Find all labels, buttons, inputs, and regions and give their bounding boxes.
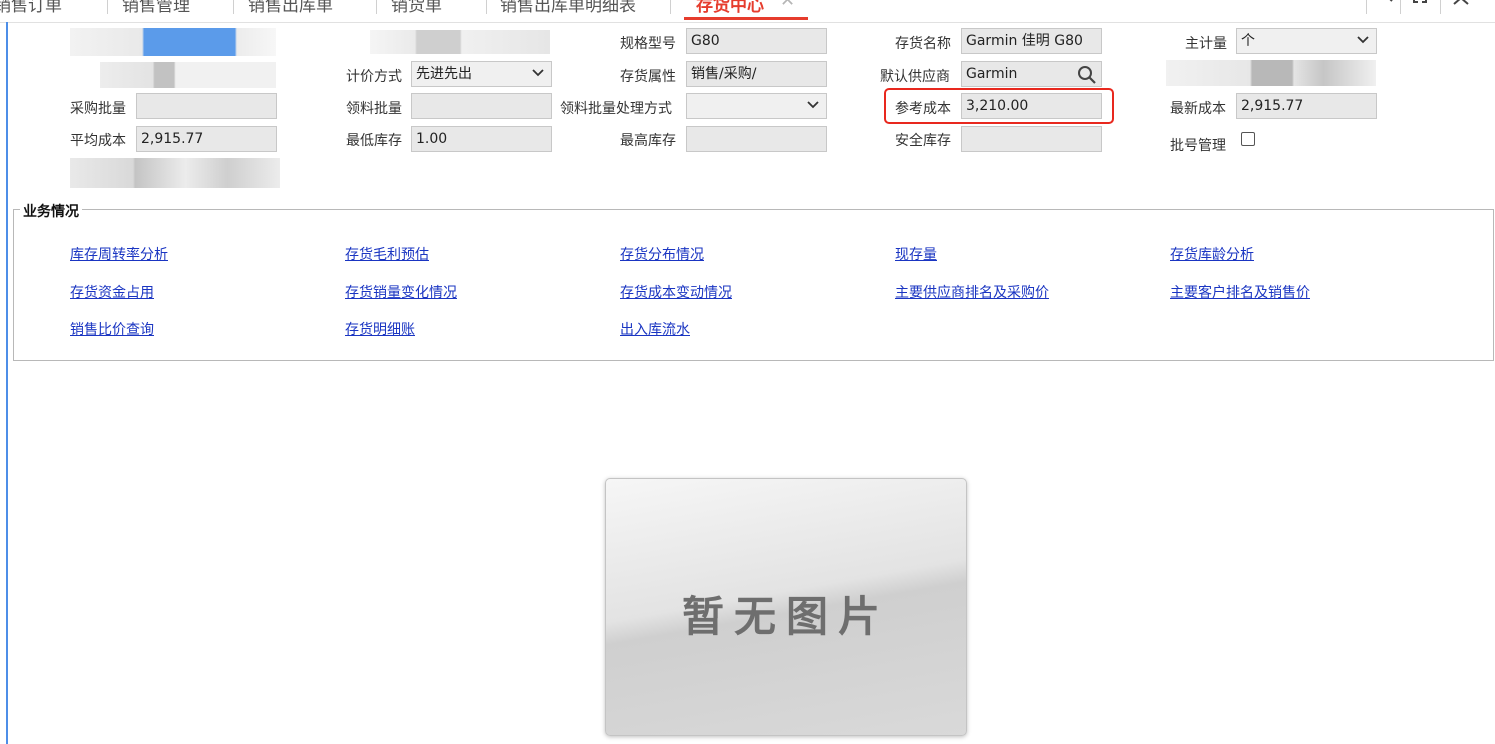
pick-batch-method-select[interactable] [686, 93, 827, 119]
tab-sales-management[interactable]: 销售管理 [122, 0, 190, 16]
label-item-attribute: 存货属性 [620, 69, 676, 85]
label-pick-batch: 领料批量 [346, 101, 402, 117]
search-icon[interactable] [1373, 0, 1395, 7]
link-inventory-ledger[interactable]: 存货明细账 [345, 319, 415, 339]
tab-separator [1400, 0, 1401, 14]
active-tab-indicator [684, 17, 808, 20]
no-image-text: 暂无图片 [681, 592, 890, 641]
link-sales-volume-change[interactable]: 存货销量变化情况 [345, 282, 457, 302]
label-main-unit: 主计量 [1185, 36, 1227, 52]
label-spec-model: 规格型号 [620, 36, 676, 52]
obscured-field [70, 158, 280, 188]
valuation-method-select[interactable]: 先进先出 [411, 61, 552, 87]
tab-separator [486, 0, 487, 14]
maximize-icon[interactable] [1412, 0, 1432, 8]
link-inventory-turnover[interactable]: 库存周转率分析 [70, 244, 168, 264]
chevron-down-icon [532, 69, 544, 77]
tab-separator [107, 0, 108, 14]
pick-batch-field[interactable] [411, 93, 552, 119]
spec-model-field[interactable]: G80 [686, 28, 827, 54]
label-batch-management: 批号管理 [1170, 138, 1226, 154]
label-average-cost: 平均成本 [70, 133, 126, 149]
reference-cost-highlight [884, 88, 1114, 124]
label-purchase-batch: 采购批量 [70, 101, 126, 117]
chevron-down-icon [1357, 36, 1369, 44]
item-attribute-field[interactable]: 销售/采购/ [686, 61, 827, 87]
search-icon[interactable] [1077, 65, 1097, 85]
batch-management-checkbox[interactable] [1241, 132, 1255, 146]
tab-separator [376, 0, 377, 14]
link-current-stock[interactable]: 现存量 [895, 244, 937, 264]
purchase-batch-field[interactable] [136, 93, 277, 119]
no-image-placeholder: 暂无图片 [605, 478, 967, 736]
max-stock-field[interactable] [686, 126, 827, 152]
label-valuation-method: 计价方式 [346, 69, 402, 85]
latest-cost-field[interactable]: 2,915.77 [1236, 93, 1377, 119]
link-capital-occupation[interactable]: 存货资金占用 [70, 282, 154, 302]
default-supplier-field[interactable]: Garmin [961, 61, 1102, 87]
tab-separator [1440, 0, 1441, 14]
label-item-name: 存货名称 [895, 36, 951, 52]
tab-sales-outbound-detail[interactable]: 销售出库单明细表 [500, 0, 636, 16]
obscured-field [1166, 60, 1376, 86]
tab-separator [670, 0, 671, 14]
item-name-field[interactable]: Garmin 佳明 G80 [961, 28, 1102, 54]
tab-sales-slip[interactable]: 销货单 [391, 0, 442, 16]
link-supplier-ranking[interactable]: 主要供应商排名及采购价 [895, 282, 1049, 302]
label-safety-stock: 安全库存 [895, 133, 951, 149]
valuation-method-value: 先进先出 [416, 66, 472, 82]
tab-inventory-center[interactable]: 存货中心 [696, 0, 764, 16]
left-accent-line [6, 22, 8, 744]
close-icon[interactable] [1452, 0, 1472, 8]
business-section-title: 业务情况 [20, 201, 82, 221]
link-cost-change[interactable]: 存货成本变动情况 [620, 282, 732, 302]
label-min-stock: 最低库存 [346, 133, 402, 149]
min-stock-field[interactable]: 1.00 [411, 126, 552, 152]
tab-sales-outbound[interactable]: 销售出库单 [248, 0, 333, 16]
link-customer-ranking[interactable]: 主要客户排名及销售价 [1170, 282, 1310, 302]
obscured-field [100, 62, 276, 88]
label-max-stock: 最高库存 [620, 133, 676, 149]
label-latest-cost: 最新成本 [1170, 101, 1226, 117]
safety-stock-field[interactable] [961, 126, 1102, 152]
main-unit-value: 个 [1241, 33, 1255, 49]
average-cost-field[interactable]: 2,915.77 [136, 126, 277, 152]
tab-close-icon[interactable]: ✕ [780, 0, 795, 11]
link-sales-price-comparison[interactable]: 销售比价查询 [70, 319, 154, 339]
tab-sales-order[interactable]: 销售订单 [0, 0, 62, 16]
link-gross-profit-estimate[interactable]: 存货毛利预估 [345, 244, 429, 264]
label-default-supplier: 默认供应商 [880, 69, 950, 85]
default-supplier-value: Garmin [966, 66, 1018, 82]
link-in-out-flow[interactable]: 出入库流水 [620, 319, 690, 339]
obscured-field [370, 30, 550, 54]
tab-bar: 销售订单 销售管理 销售出库单 销货单 销售出库单明细表 存货中心 ✕ [0, 0, 1495, 23]
chevron-down-icon [807, 101, 819, 109]
main-unit-select[interactable]: 个 [1236, 28, 1377, 54]
obscured-field [70, 28, 276, 56]
link-inventory-distribution[interactable]: 存货分布情况 [620, 244, 704, 264]
tab-separator [1366, 0, 1367, 14]
label-pick-batch-method: 领料批量处理方式 [560, 101, 672, 117]
link-inventory-aging[interactable]: 存货库龄分析 [1170, 244, 1254, 264]
tab-separator [233, 0, 234, 14]
